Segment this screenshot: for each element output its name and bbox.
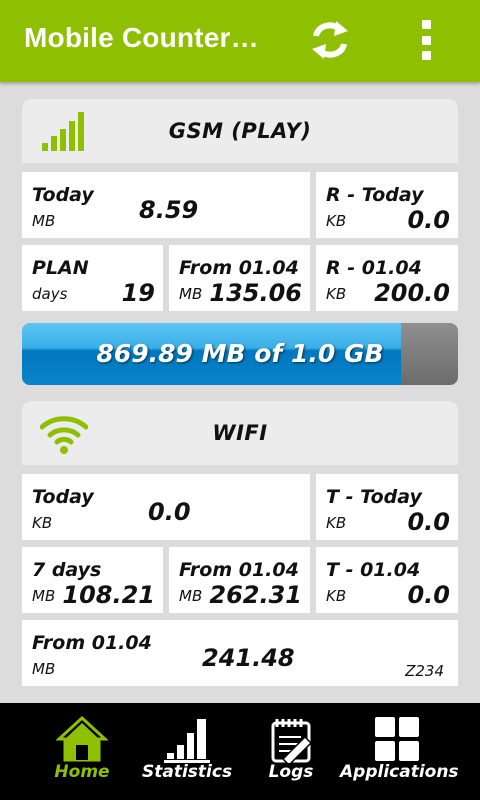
gsm-r-today-unit: KB bbox=[326, 212, 347, 230]
wifi-t-from-unit: KB bbox=[326, 587, 347, 605]
wifi-total-value: 241.48 bbox=[202, 644, 295, 672]
refresh-icon bbox=[312, 21, 348, 59]
wifi-from-label: From 01.04 bbox=[179, 559, 299, 581]
wifi-7days-label: 7 days bbox=[32, 559, 102, 581]
progress-text: 869.89 MB of 1.0 GB bbox=[96, 339, 384, 368]
wifi-today-value: 0.0 bbox=[148, 498, 191, 526]
applications-icon bbox=[375, 717, 419, 761]
nav-logs-label: Logs bbox=[268, 762, 314, 782]
gsm-today-unit: MB bbox=[32, 212, 56, 230]
statistics-icon bbox=[164, 719, 210, 763]
logs-icon bbox=[271, 719, 313, 763]
gsm-r-from-label: R - 01.04 bbox=[326, 257, 422, 279]
wifi-today-label: Today bbox=[32, 486, 94, 508]
app-title: Mobile Counter… bbox=[24, 22, 259, 53]
wifi-from-cell: From 01.04 MB 262.31 bbox=[169, 547, 310, 613]
overflow-menu-button[interactable] bbox=[410, 16, 442, 64]
menu-dot bbox=[421, 35, 431, 45]
wifi-panel-header: WIFI bbox=[22, 401, 458, 465]
gsm-from-unit: MB bbox=[179, 285, 203, 303]
wifi-t-today-value: 0.0 bbox=[407, 508, 450, 536]
gsm-today-label: Today bbox=[32, 184, 94, 206]
wifi-7days-unit: MB bbox=[32, 587, 56, 605]
wifi-from-unit: MB bbox=[179, 587, 203, 605]
wifi-t-today-label: T - Today bbox=[326, 486, 422, 508]
gsm-from-label: From 01.04 bbox=[179, 257, 299, 279]
data-usage-progress-bar: 869.89 MB of 1.0 GB bbox=[22, 323, 458, 385]
gsm-plan-unit: days bbox=[32, 285, 68, 303]
gsm-from-cell: From 01.04 MB 135.06 bbox=[169, 245, 310, 311]
gsm-r-from-value: 200.0 bbox=[374, 279, 450, 307]
gsm-r-from-unit: KB bbox=[326, 285, 347, 303]
nav-applications[interactable]: Applications bbox=[340, 703, 459, 800]
gsm-today-cell: Today MB 8.59 bbox=[22, 172, 310, 238]
nav-home-label: Home bbox=[54, 762, 110, 782]
menu-dot bbox=[421, 20, 431, 29]
wifi-t-from-cell: T - 01.04 KB 0.0 bbox=[316, 547, 458, 613]
wifi-total-cell: From 01.04 MB 241.48 Z234 bbox=[22, 620, 458, 686]
gsm-r-today-cell: R - Today KB 0.0 bbox=[316, 172, 458, 238]
menu-dot bbox=[421, 51, 431, 60]
home-icon bbox=[56, 715, 108, 762]
gsm-r-today-label: R - Today bbox=[326, 184, 424, 206]
wifi-total-unit: MB bbox=[32, 660, 56, 678]
gsm-plan-cell: PLAN days 19 bbox=[22, 245, 163, 311]
wifi-7days-cell: 7 days MB 108.21 bbox=[22, 547, 163, 613]
app-bar: Mobile Counter… bbox=[0, 0, 480, 82]
bottom-navigation: Home Statistics Logs Applications bbox=[0, 703, 480, 800]
nav-applications-label: Applications bbox=[340, 762, 459, 782]
wifi-7days-value: 108.21 bbox=[62, 581, 155, 609]
gsm-plan-value: 19 bbox=[121, 279, 155, 307]
gsm-r-from-cell: R - 01.04 KB 200.0 bbox=[316, 245, 458, 311]
gsm-plan-label: PLAN bbox=[32, 257, 89, 279]
wifi-t-from-label: T - 01.04 bbox=[326, 559, 421, 581]
refresh-button[interactable] bbox=[308, 18, 352, 62]
wifi-panel-title: WIFI bbox=[212, 421, 268, 445]
wifi-today-cell: Today KB 0.0 bbox=[22, 474, 310, 540]
nav-home[interactable]: Home bbox=[40, 703, 124, 800]
wifi-t-from-value: 0.0 bbox=[407, 581, 450, 609]
wifi-t-today-unit: KB bbox=[326, 514, 347, 532]
gsm-today-value: 8.59 bbox=[139, 196, 199, 224]
nav-logs[interactable]: Logs bbox=[258, 703, 324, 800]
wifi-today-unit: KB bbox=[32, 514, 53, 532]
nav-statistics[interactable]: Statistics bbox=[142, 703, 232, 800]
wifi-total-label: From 01.04 bbox=[32, 632, 152, 654]
wifi-from-value: 262.31 bbox=[209, 581, 302, 609]
gsm-panel-header: GSM (PLAY) bbox=[22, 99, 458, 163]
nav-statistics-label: Statistics bbox=[142, 762, 233, 782]
wifi-total-extra: Z234 bbox=[405, 662, 444, 680]
gsm-r-today-value: 0.0 bbox=[407, 206, 450, 234]
gsm-panel-title: GSM (PLAY) bbox=[168, 119, 312, 143]
wifi-t-today-cell: T - Today KB 0.0 bbox=[316, 474, 458, 540]
gsm-from-value: 135.06 bbox=[209, 279, 302, 307]
